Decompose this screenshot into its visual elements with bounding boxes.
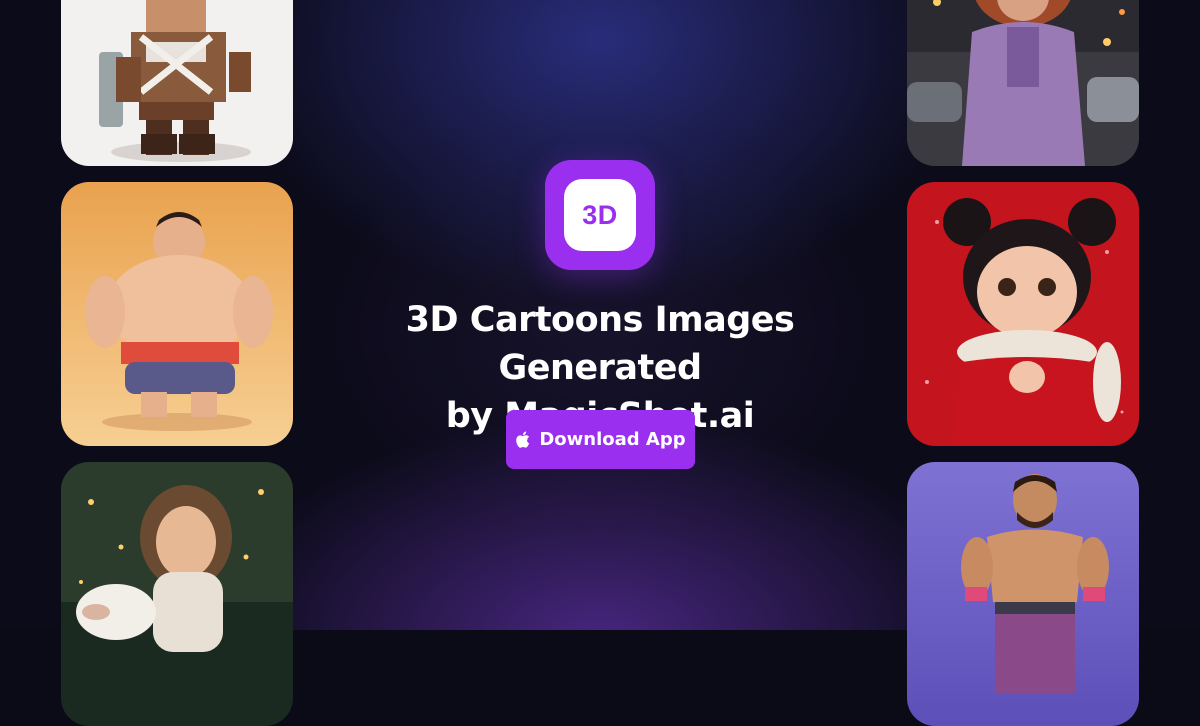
- download-app-label: Download App: [539, 429, 686, 450]
- gallery-image-curly-hair-girl: [907, 0, 1139, 166]
- gallery-image-blocky-warrior: [61, 0, 293, 166]
- gallery-image-muscular-man: [907, 462, 1139, 726]
- headline-line-1: 3D Cartoons Images Generated: [405, 300, 795, 388]
- app-logo-badge: 3D: [564, 179, 636, 251]
- app-logo: 3D: [545, 160, 655, 270]
- download-app-button[interactable]: Download App: [506, 410, 695, 469]
- apple-icon: [516, 431, 530, 448]
- app-logo-label: 3D: [582, 199, 618, 230]
- gallery-image-sumo-wrestler: [61, 182, 293, 446]
- gallery-image-child-with-sheep: [61, 462, 293, 726]
- gallery-image-girl-with-scarf: [907, 182, 1139, 446]
